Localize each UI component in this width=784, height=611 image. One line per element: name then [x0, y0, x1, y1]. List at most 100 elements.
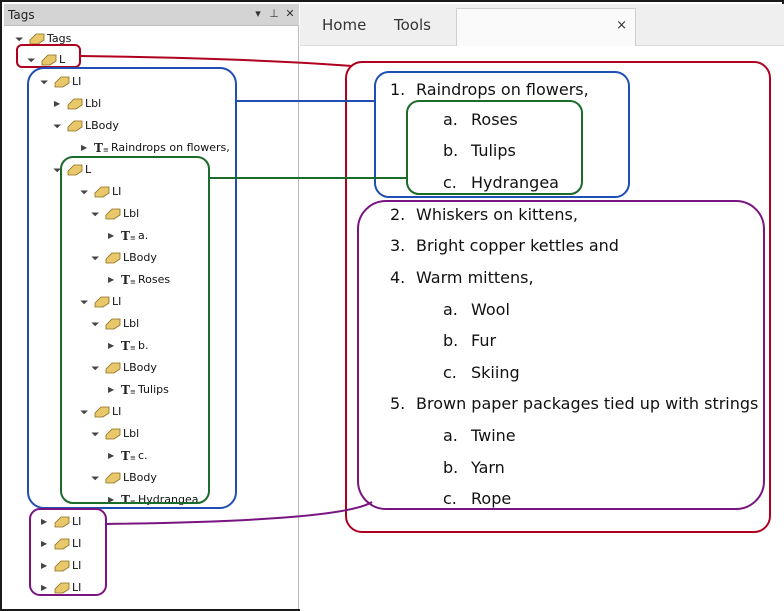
list-item-number: c. — [443, 363, 457, 382]
expanded-arrow-icon[interactable]: ◢ — [87, 358, 107, 378]
list-item-text: Yarn — [471, 458, 505, 477]
collapsed-arrow-icon[interactable]: ▶ — [81, 139, 91, 157]
tree-node-label: Lbl — [123, 427, 140, 440]
list-item: 2. Whiskers on kittens, — [300, 205, 784, 225]
text-content-icon: T≡ — [94, 141, 109, 155]
expanded-arrow-icon[interactable]: ◢ — [11, 29, 31, 49]
collapsed-arrow-icon[interactable]: ▶ — [41, 535, 51, 553]
list-item-number: c. — [443, 489, 457, 508]
list-item: 4. Warm mittens, — [300, 268, 784, 288]
list-item: a. Twine — [300, 426, 784, 446]
collapsed-arrow-icon[interactable]: ▶ — [108, 381, 118, 399]
list-item-text: Skiing — [471, 363, 520, 382]
list-item: b. Fur — [300, 331, 784, 351]
tree-node-label: LBody — [123, 361, 157, 374]
tree-node-label: LBody — [85, 119, 119, 132]
collapsed-arrow-icon[interactable]: ▶ — [54, 95, 64, 113]
list-item-text: Roses — [471, 110, 518, 129]
collapsed-arrow-icon[interactable]: ▶ — [108, 271, 118, 289]
list-item: c. Skiing — [300, 363, 784, 383]
tree-node-label: LI — [72, 515, 82, 528]
collapsed-arrow-icon[interactable]: ▶ — [108, 227, 118, 245]
expanded-arrow-icon[interactable]: ◢ — [87, 248, 107, 268]
tag-icon — [54, 516, 70, 528]
tag-icon — [54, 582, 70, 594]
text-content-icon: T≡ — [121, 493, 136, 507]
expanded-arrow-icon[interactable]: ◢ — [76, 402, 96, 422]
tree-node-label: L — [59, 53, 66, 66]
list-item-text: Twine — [471, 426, 516, 445]
expanded-arrow-icon[interactable]: ◢ — [87, 314, 107, 334]
list-item-text: Rope — [471, 489, 512, 508]
tree-node-label: LBody — [123, 251, 157, 264]
list-item-text: Bright copper kettles and — [416, 236, 619, 255]
list-item-number: a. — [443, 426, 458, 445]
expanded-arrow-icon[interactable]: ◢ — [49, 160, 69, 180]
tags-panel: Tags ▾ ⊥ ✕ ◢ Tags ◢ L ◢ LI ▶ Lbl ◢ LBody ▶ T≡ Raindr… — [4, 4, 299, 609]
window-frame: Tags ▾ ⊥ ✕ ◢ Tags ◢ L ◢ LI ▶ Lbl ◢ LBody ▶ T≡ Raindr… — [0, 0, 784, 611]
tag-icon — [105, 362, 121, 374]
tree-node-label: Lbl — [123, 317, 140, 330]
list-item: 5. Brown paper packages tied up with stri… — [300, 394, 784, 414]
tag-icon — [29, 33, 45, 45]
list-item-number: 3. — [390, 236, 406, 255]
list-item-number: c. — [443, 173, 457, 192]
text-content-icon: T≡ — [121, 339, 136, 353]
text-content-icon: T≡ — [121, 273, 136, 287]
list-item: b. Yarn — [300, 458, 784, 478]
collapsed-arrow-icon[interactable]: ▶ — [108, 447, 118, 465]
list-item: c. Rope — [300, 489, 784, 509]
expanded-arrow-icon[interactable]: ◢ — [49, 116, 69, 136]
tree-node-label: LBody — [123, 471, 157, 484]
tag-icon — [105, 208, 121, 220]
list-item-number: b. — [443, 458, 459, 477]
document-pane: Home Tools × 1. Raindrops on flowers, a. Ro… — [300, 4, 784, 611]
tree-node-label: LI — [112, 185, 122, 198]
tree-node-label: c. — [138, 449, 148, 462]
collapsed-arrow-icon[interactable]: ▶ — [41, 557, 51, 575]
text-content-icon: T≡ — [121, 229, 136, 243]
tag-icon — [94, 186, 110, 198]
tab-home[interactable]: Home — [322, 16, 366, 34]
tag-icon — [67, 164, 83, 176]
tree-node-label: LI — [112, 405, 122, 418]
tag-icon — [94, 296, 110, 308]
text-content-icon: T≡ — [121, 383, 136, 397]
collapsed-arrow-icon[interactable]: ▶ — [108, 337, 118, 355]
tag-icon — [54, 538, 70, 550]
collapsed-arrow-icon[interactable]: ▶ — [108, 491, 118, 509]
list-item-number: 5. — [390, 394, 406, 413]
expanded-arrow-icon[interactable]: ◢ — [23, 50, 43, 70]
list-item: a. Wool — [300, 300, 784, 320]
tag-icon — [105, 428, 121, 440]
expanded-arrow-icon[interactable]: ◢ — [76, 182, 96, 202]
tree-node-label: L — [85, 163, 92, 176]
list-item-number: 2. — [390, 205, 406, 224]
list-item: b. Tulips — [300, 141, 784, 161]
list-item-text: Warm mittens, — [416, 268, 534, 287]
expanded-arrow-icon[interactable]: ◢ — [87, 468, 107, 488]
list-item-text: Whiskers on kittens, — [416, 205, 578, 224]
tree-node-label: LI — [72, 581, 82, 594]
collapsed-arrow-icon[interactable]: ▶ — [41, 579, 51, 597]
list-item-number: a. — [443, 110, 458, 129]
list-item-text: Brown paper packages tied up with string… — [416, 394, 759, 413]
tree-node-label: b. — [138, 339, 149, 352]
tree-node-label: LI — [112, 295, 122, 308]
collapsed-arrow-icon[interactable]: ▶ — [41, 513, 51, 531]
tree-node-label: Lbl — [123, 207, 140, 220]
expanded-arrow-icon[interactable]: ◢ — [76, 292, 96, 312]
tag-icon — [105, 472, 121, 484]
document-tab[interactable]: × — [456, 8, 636, 46]
expanded-arrow-icon[interactable]: ◢ — [87, 204, 107, 224]
tab-tools[interactable]: Tools — [394, 16, 431, 34]
expanded-arrow-icon[interactable]: ◢ — [36, 72, 56, 92]
tree-node-label: LI — [72, 75, 82, 88]
tag-icon — [67, 120, 83, 132]
expanded-arrow-icon[interactable]: ◢ — [87, 424, 107, 444]
close-tab-icon[interactable]: × — [616, 18, 627, 33]
tree-node-label: Lbl — [85, 97, 102, 110]
list-item: a. Roses — [300, 110, 784, 130]
list-item-number: b. — [443, 331, 459, 350]
list-item: c. Hydrangea — [300, 173, 784, 193]
